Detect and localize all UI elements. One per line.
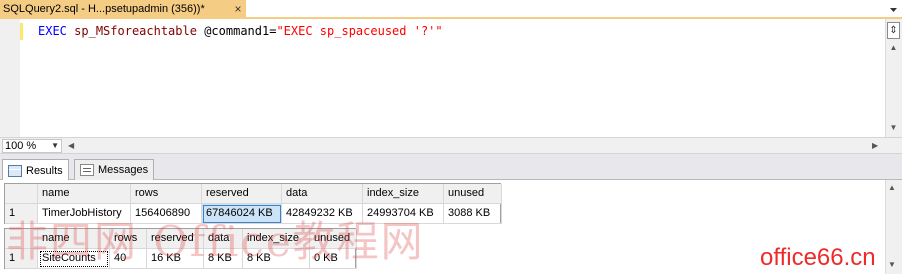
row-number[interactable]: 1 — [5, 249, 38, 269]
change-marker — [20, 23, 23, 40]
column-header[interactable]: index_size — [243, 229, 310, 249]
column-header[interactable]: data — [204, 229, 243, 249]
column-header[interactable]: reserved — [147, 229, 204, 249]
column-header[interactable]: name — [38, 184, 131, 204]
table-cell[interactable]: 8 KB — [204, 249, 243, 269]
grid-header-row: name rows reserved data index_size unuse… — [5, 184, 502, 204]
split-view-icon[interactable]: ⇕ — [887, 22, 900, 39]
watermark-site: office66.cn — [760, 244, 876, 271]
scroll-down-icon[interactable]: ▼ — [887, 122, 900, 134]
grid-header-row: name rows reserved data index_size unuse… — [5, 229, 357, 249]
table-cell[interactable]: 8 KB — [243, 249, 310, 269]
zoom-select[interactable]: 100 % ▼ — [2, 139, 62, 153]
focused-cell[interactable]: SiteCounts — [38, 249, 110, 269]
query-editor[interactable]: EXEC sp_MSforeachtable @command1="EXEC s… — [0, 19, 885, 137]
tab-results-label: Results — [26, 164, 63, 177]
column-header[interactable]: data — [282, 184, 363, 204]
close-tab-icon[interactable]: × — [232, 3, 244, 15]
tab-messages-label: Messages — [98, 164, 149, 176]
results-scroll-up-icon[interactable]: ▲ — [888, 183, 896, 192]
result-grid-1[interactable]: name rows reserved data index_size unuse… — [4, 183, 502, 224]
code-keyword: EXEC — [38, 24, 67, 38]
editor-gutter — [0, 19, 20, 137]
table-cell[interactable]: 40 — [110, 249, 147, 269]
editor-status-row: 100 % ▼ ◀ ▶ — [0, 137, 902, 154]
table-cell[interactable]: 16 KB — [147, 249, 204, 269]
results-scroll-down-icon[interactable]: ▼ — [888, 260, 896, 269]
table-cell[interactable]: 156406890 — [131, 204, 202, 224]
selected-cell[interactable]: 67846024 KB — [202, 204, 282, 224]
scroll-up-icon[interactable]: ▲ — [887, 42, 900, 54]
tab-messages[interactable]: Messages — [74, 159, 155, 180]
table-row[interactable]: 1 SiteCounts 40 16 KB 8 KB 8 KB 0 KB — [5, 249, 357, 269]
tab-dropdown-icon[interactable] — [889, 5, 898, 14]
document-tab-title: SQLQuery2.sql - H...psetupadmin (356))* — [3, 3, 205, 15]
code-procedure: sp_MSforeachtable — [74, 24, 197, 38]
scroll-right-icon[interactable]: ▶ — [872, 140, 884, 152]
result-grid-2[interactable]: name rows reserved data index_size unuse… — [4, 228, 357, 269]
table-cell[interactable]: 24993704 KB — [363, 204, 444, 224]
results-tab-strip: Results Messages — [0, 154, 902, 181]
scroll-left-icon[interactable]: ◀ — [68, 140, 80, 152]
code-parameter: @command1= — [204, 24, 277, 38]
table-cell[interactable]: 0 KB — [310, 249, 357, 269]
code-line[interactable]: EXEC sp_MSforeachtable @command1="EXEC s… — [38, 24, 443, 38]
document-tab[interactable]: SQLQuery2.sql - H...psetupadmin (356))* … — [0, 0, 246, 18]
table-row[interactable]: 1 TimerJobHistory 156406890 67846024 KB … — [5, 204, 502, 224]
table-cell[interactable]: TimerJobHistory — [38, 204, 131, 224]
column-header[interactable]: name — [38, 229, 110, 249]
row-number-header — [5, 184, 38, 204]
column-header[interactable]: rows — [110, 229, 147, 249]
column-header[interactable]: unused — [310, 229, 357, 249]
table-cell[interactable]: 3088 KB — [444, 204, 502, 224]
code-string: "EXEC sp_spaceused '?'" — [276, 24, 443, 38]
zoom-value: 100 % — [5, 140, 37, 152]
column-header[interactable]: reserved — [202, 184, 282, 204]
document-tab-bar: SQLQuery2.sql - H...psetupadmin (356))* … — [0, 0, 902, 19]
column-header[interactable]: unused — [444, 184, 502, 204]
row-number[interactable]: 1 — [5, 204, 38, 224]
column-header[interactable]: index_size — [363, 184, 444, 204]
chevron-down-icon: ▼ — [51, 141, 59, 150]
row-number-header — [5, 229, 38, 249]
table-cell[interactable]: 42849232 KB — [282, 204, 363, 224]
column-header[interactable]: rows — [131, 184, 202, 204]
messages-icon — [80, 164, 94, 176]
grid-icon — [8, 164, 22, 177]
tab-results[interactable]: Results — [2, 159, 69, 181]
